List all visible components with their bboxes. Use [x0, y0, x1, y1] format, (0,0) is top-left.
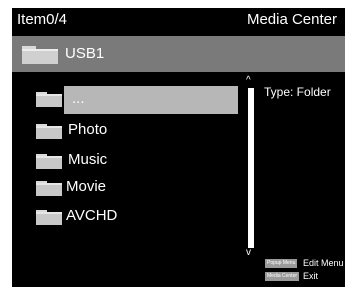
list-item-label: ...	[72, 90, 85, 107]
folder-icon	[36, 123, 62, 144]
scroll-down-icon[interactable]: v	[246, 248, 251, 258]
scrollbar[interactable]	[248, 88, 254, 248]
folder-icon	[36, 180, 62, 201]
media-center-screen: Item0/4 Media Center USB1 ... Photo Musi…	[12, 8, 345, 287]
item-type: Type: Folder	[264, 85, 331, 99]
exit-label: Exit	[303, 271, 319, 281]
selection-highlight	[64, 86, 238, 114]
list-item-label: AVCHD	[66, 207, 118, 224]
folder-icon	[36, 91, 62, 112]
folder-icon	[22, 44, 58, 69]
folder-icon	[36, 153, 62, 174]
folder-icon	[36, 209, 62, 230]
current-path: USB1	[65, 45, 105, 62]
path-bar: USB1	[12, 36, 345, 72]
app-title: Media Center	[246, 11, 337, 28]
edit-menu-label: Edit Menu	[303, 258, 344, 268]
media-center-key: Media Center	[265, 272, 300, 281]
popup-menu-key: Popup Menu	[265, 259, 298, 268]
list-item-label: Music	[68, 151, 108, 168]
list-item-label: Photo	[68, 121, 108, 138]
item-counter: Item0/4	[17, 11, 68, 28]
list-item-label: Movie	[66, 178, 107, 195]
scroll-up-icon[interactable]: ^	[246, 76, 251, 86]
